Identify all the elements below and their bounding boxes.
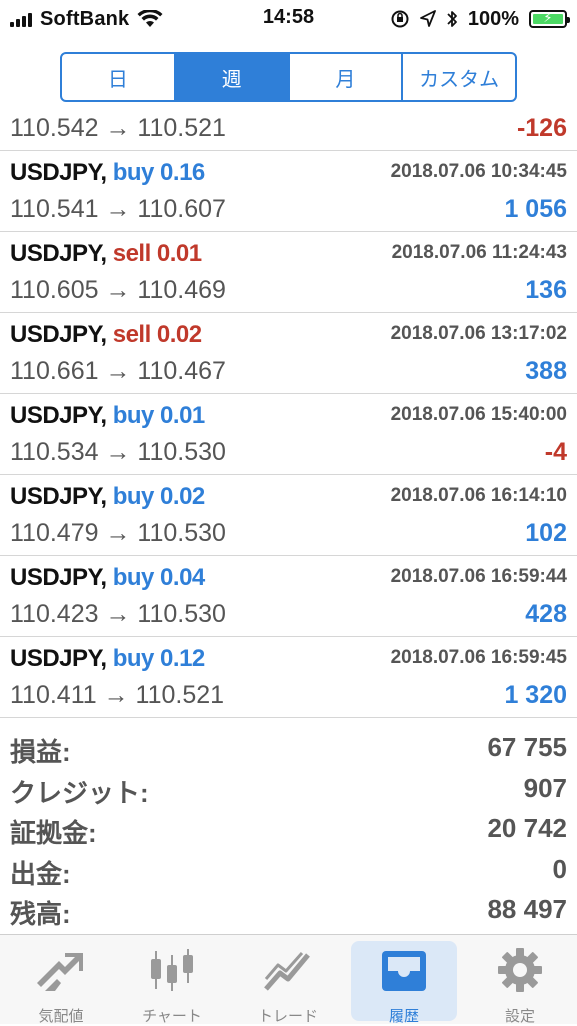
trade-time: 2018.07.06 15:40:00 <box>390 404 567 425</box>
battery-icon: ⚡ <box>529 10 570 28</box>
trade-row-partial[interactable]: 110.542 → 110.521 -126 <box>0 114 577 151</box>
trade-price: 110.534 → 110.530 <box>10 438 226 466</box>
trade-profit: 1 320 <box>504 681 567 709</box>
tab-trade[interactable]: トレード <box>235 941 341 1025</box>
trade-price: 110.541 → 110.607 <box>10 195 226 223</box>
trade-time: 2018.07.06 16:59:45 <box>390 647 567 668</box>
trade-profit: -4 <box>544 438 567 466</box>
tab-label: トレード <box>257 1008 318 1025</box>
trade-row[interactable]: USDJPY, buy 0.16 2018.07.06 10:34:45 110… <box>0 151 577 232</box>
status-bar: SoftBank 14:58 100% ⚡ <box>0 0 577 38</box>
trade-symbol: USDJPY, buy 0.16 <box>10 159 205 187</box>
trade-symbol-text: USDJPY, <box>10 564 107 591</box>
summary-label: クレジット: <box>10 777 149 808</box>
trade-time: 2018.07.06 11:24:43 <box>391 242 567 263</box>
trade-symbol: USDJPY, buy 0.12 <box>10 645 205 673</box>
bottom-tab-bar: 気配値 チャート トレード 履歴 設定 <box>0 934 577 1025</box>
trade-profit: 102 <box>525 519 567 547</box>
segment-day[interactable]: 日 <box>62 54 176 100</box>
history-list: 110.542 → 110.521 -126 USDJPY, buy 0.16 … <box>0 114 577 718</box>
trade-symbol: USDJPY, buy 0.04 <box>10 564 205 592</box>
quotes-arrows-icon <box>37 953 83 991</box>
period-segmented-control: 日 週 月 カスタム <box>60 52 517 102</box>
summary-withdrawal-row: 出金: 0 <box>0 850 577 891</box>
tab-label: 気配値 <box>38 1008 84 1025</box>
segment-month[interactable]: 月 <box>290 54 404 100</box>
summary-value: 88 497 <box>487 894 567 924</box>
summary-label: 損益: <box>10 737 71 767</box>
battery-percent: 100% <box>467 7 519 30</box>
gear-icon <box>498 948 542 992</box>
summary-profit-row: 損益: 67 755 <box>0 728 577 769</box>
summary-credit-row: クレジット: 907 <box>0 769 577 810</box>
summary-label: 出金: <box>10 858 71 889</box>
trade-profit: 1 056 <box>504 195 567 223</box>
trade-side: buy 0.04 <box>112 564 206 591</box>
status-right: 100% ⚡ <box>390 6 570 32</box>
summary-value: 67 755 <box>487 732 567 762</box>
orientation-lock-icon <box>391 10 409 28</box>
trade-profit: 136 <box>525 276 567 304</box>
summary-value: 907 <box>523 772 567 803</box>
tab-settings[interactable]: 設定 <box>467 941 573 1025</box>
summary-deposit-row: 証拠金: 20 742 <box>0 809 577 850</box>
trade-row[interactable]: USDJPY, buy 0.12 2018.07.06 16:59:45 110… <box>0 637 577 718</box>
trade-chart-icon <box>264 952 310 991</box>
segment-custom[interactable]: カスタム <box>403 54 515 100</box>
trade-symbol-text: USDJPY, <box>10 483 107 510</box>
trade-profit: 428 <box>525 600 567 628</box>
trade-profit: -126 <box>516 114 567 142</box>
trade-price: 110.423 → 110.530 <box>10 600 226 628</box>
trade-time: 2018.07.06 16:14:10 <box>390 485 567 506</box>
segment-week[interactable]: 週 <box>175 54 290 100</box>
tab-quotes[interactable]: 気配値 <box>8 941 114 1025</box>
trade-row[interactable]: USDJPY, sell 0.02 2018.07.06 13:17:02 11… <box>0 313 577 394</box>
summary-value: 0 <box>552 853 567 884</box>
history-inbox-icon <box>382 951 426 991</box>
trade-price: 110.479 → 110.530 <box>10 519 226 547</box>
trade-symbol: USDJPY, sell 0.02 <box>10 321 202 349</box>
tab-label: 設定 <box>504 1008 535 1025</box>
trade-symbol-text: USDJPY, <box>10 321 107 348</box>
trade-price: 110.605 → 110.469 <box>10 276 226 304</box>
summary-balance-row: 残高: 88 497 <box>0 890 577 931</box>
trade-symbol: USDJPY, sell 0.01 <box>10 240 202 268</box>
summary-value: 20 742 <box>487 813 567 843</box>
trade-symbol-text: USDJPY, <box>10 402 107 429</box>
trade-symbol-text: USDJPY, <box>10 645 107 672</box>
trade-row[interactable]: USDJPY, buy 0.02 2018.07.06 16:14:10 110… <box>0 475 577 556</box>
trade-time: 2018.07.06 10:34:45 <box>390 161 567 182</box>
trade-side: buy 0.16 <box>112 159 206 186</box>
candlestick-chart-icon <box>151 949 193 991</box>
trade-price: 110.661 → 110.467 <box>10 357 226 385</box>
tab-history[interactable]: 履歴 <box>351 941 457 1025</box>
trade-symbol-text: USDJPY, <box>10 240 107 267</box>
tab-chart[interactable]: チャート <box>119 941 225 1025</box>
tab-label: 履歴 <box>388 1008 419 1025</box>
location-icon <box>419 10 436 27</box>
trade-side: buy 0.01 <box>112 402 206 429</box>
bluetooth-icon <box>447 11 457 27</box>
summary-label: 証拠金: <box>10 818 97 848</box>
trade-side: buy 0.02 <box>112 483 206 510</box>
trade-profit: 388 <box>525 357 567 385</box>
trade-row[interactable]: USDJPY, buy 0.01 2018.07.06 15:40:00 110… <box>0 394 577 475</box>
trade-time: 2018.07.06 16:59:44 <box>390 566 567 587</box>
trade-price: 110.411 → 110.521 <box>10 681 225 709</box>
trade-row[interactable]: USDJPY, sell 0.01 2018.07.06 11:24:43 11… <box>0 232 577 313</box>
trade-symbol-text: USDJPY, <box>10 159 107 186</box>
tab-label: チャート <box>142 1008 202 1025</box>
trade-row[interactable]: USDJPY, buy 0.04 2018.07.06 16:59:44 110… <box>0 556 577 637</box>
summary-label: 残高: <box>10 899 71 929</box>
trade-side: buy 0.12 <box>112 645 206 672</box>
trade-side: sell 0.02 <box>112 321 202 348</box>
trade-side: sell 0.01 <box>112 240 202 267</box>
account-summary: 損益: 67 755 クレジット: 907 証拠金: 20 742 出金: 0 … <box>0 728 577 931</box>
trade-price: 110.542 → 110.521 <box>10 114 226 142</box>
trade-time: 2018.07.06 13:17:02 <box>390 323 567 344</box>
trade-symbol: USDJPY, buy 0.02 <box>10 483 205 511</box>
trade-symbol: USDJPY, buy 0.01 <box>10 402 205 430</box>
